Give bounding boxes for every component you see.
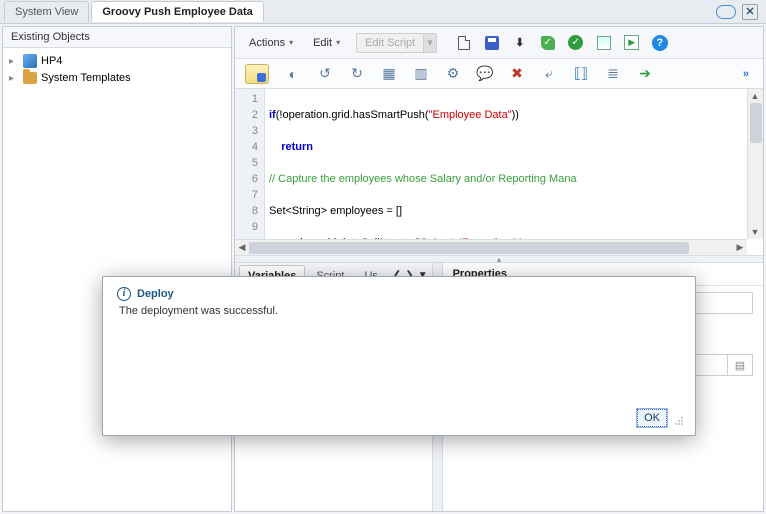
line-no: 3 — [235, 123, 258, 139]
main-panel: Actions ▾ Edit ▾ Edit Script ▾ ⬇ ✓ ✓ ▶ ? — [234, 26, 764, 512]
code-area[interactable]: if(!operation.grid.hasSmartPush("Employe… — [265, 89, 763, 239]
line-gutter: 1 2 3 4 5 6 7 8 9 — [235, 89, 265, 239]
actions-label: Actions — [249, 37, 285, 49]
new-page-icon[interactable] — [455, 34, 473, 52]
tool-icon-4[interactable]: ▦ — [381, 66, 397, 82]
remove-comment-icon[interactable]: ✖ — [509, 66, 525, 82]
overflow-chevron-icon[interactable]: » — [743, 68, 753, 80]
tree-label: HP4 — [41, 55, 62, 67]
tool-icon-6[interactable]: ⚙ — [445, 66, 461, 82]
primary-toolbar: Actions ▾ Edit ▾ Edit Script ▾ ⬇ ✓ ✓ ▶ ? — [235, 27, 763, 59]
save-icon[interactable] — [483, 34, 501, 52]
kw: return — [281, 141, 313, 153]
sidebar: Existing Objects ▸ HP4 ▸ System Template… — [2, 26, 232, 512]
secondary-toolbar: ◐ ↺ ↻ ▦ ▥ ⚙ 💬 ✖ ⤶ ⟦⟧ ≣ ➔ » — [235, 59, 763, 89]
scroll-down-icon[interactable]: ▼ — [748, 225, 762, 239]
help-icon[interactable]: ? — [651, 34, 669, 52]
edit-label: Edit — [313, 37, 332, 49]
scroll-left-icon[interactable]: ◀ — [235, 240, 249, 254]
wrap-icon[interactable]: ⤶ — [541, 66, 557, 82]
code-text: Set<String> employees = [] — [269, 203, 759, 219]
line-no: 8 — [235, 203, 258, 219]
comment-icon[interactable]: 💬 — [477, 66, 493, 82]
line-no: 2 — [235, 107, 258, 123]
sidebar-header: Existing Objects — [3, 27, 231, 48]
deploy-icon[interactable]: ✓ — [567, 34, 585, 52]
tool-icon-3[interactable]: ↻ — [349, 66, 365, 82]
line-no: 9 — [235, 219, 258, 235]
line-no: 4 — [235, 139, 258, 155]
caret-down-icon: ▾ — [423, 34, 436, 52]
edit-menu[interactable]: Edit ▾ — [309, 34, 344, 52]
tree-toggle-icon[interactable]: ▸ — [9, 56, 19, 67]
go-icon[interactable]: ➔ — [637, 66, 653, 82]
chat-bubble-icon[interactable] — [716, 5, 736, 19]
kw: if — [269, 109, 276, 121]
scroll-up-icon[interactable]: ▲ — [748, 89, 762, 103]
folder-icon — [23, 72, 37, 84]
format-icon[interactable]: ≣ — [605, 66, 621, 82]
dialog-message: The deployment was successful. — [117, 305, 681, 317]
vertical-scrollbar[interactable]: ▲ ▼ — [747, 89, 763, 239]
tool-icon-5[interactable]: ▥ — [413, 66, 429, 82]
line-no: 5 — [235, 155, 258, 171]
tree-item-system-templates[interactable]: ▸ System Templates — [9, 70, 225, 86]
horizontal-scrollbar[interactable]: ◀ ▶ — [235, 239, 747, 255]
comment: // Capture the employees whose Salary an… — [269, 171, 759, 187]
brackets-icon[interactable]: ⟦⟧ — [573, 66, 589, 82]
tree-toggle-icon[interactable]: ▸ — [9, 73, 19, 84]
hierarchy-icon[interactable] — [595, 34, 613, 52]
info-icon: i — [117, 287, 131, 301]
tool-icon-2[interactable]: ↺ — [317, 66, 333, 82]
script-badge-icon[interactable] — [245, 64, 269, 84]
tree-item-hp4[interactable]: ▸ HP4 — [9, 52, 225, 70]
tab-groovy-push[interactable]: Groovy Push Employee Data — [91, 1, 263, 22]
code-editor[interactable]: 1 2 3 4 5 6 7 8 9 if(!operation.grid.has… — [235, 89, 763, 239]
actions-menu[interactable]: Actions ▾ — [245, 34, 297, 52]
code-text: )) — [512, 109, 519, 121]
line-no: 7 — [235, 187, 258, 203]
horizontal-splitter[interactable]: ▴ — [235, 255, 763, 263]
dialog-title: Deploy — [137, 288, 174, 300]
resize-grip-icon[interactable] — [673, 415, 685, 427]
ok-button[interactable]: OK — [637, 409, 667, 427]
close-icon[interactable]: ✕ — [742, 4, 758, 20]
code-text — [269, 141, 281, 153]
tab-system-view[interactable]: System View — [4, 1, 89, 22]
caret-down-icon: ▾ — [336, 38, 340, 47]
run-icon[interactable]: ▶ — [623, 34, 641, 52]
caret-down-icon: ▾ — [289, 38, 293, 47]
line-no: 6 — [235, 171, 258, 187]
download-icon[interactable]: ⬇ — [511, 34, 529, 52]
deploy-dialog: i Deploy The deployment was successful. … — [102, 276, 696, 436]
scroll-right-icon[interactable]: ▶ — [733, 240, 747, 254]
top-tab-bar: System View Groovy Push Employee Data ✕ — [0, 0, 766, 24]
validate-flag-icon[interactable]: ✓ — [539, 34, 557, 52]
line-no: 1 — [235, 91, 258, 107]
edit-script-label: Edit Script — [365, 37, 415, 49]
property-expand-icon[interactable]: ▤ — [728, 355, 752, 375]
cube-icon — [23, 54, 37, 68]
tree-label: System Templates — [41, 72, 131, 84]
edit-script-button: Edit Script ▾ — [356, 33, 437, 53]
str: "Employee Data" — [429, 109, 512, 121]
tool-icon-1[interactable]: ◐ — [285, 66, 301, 82]
code-text: (!operation.grid.hasSmartPush( — [276, 109, 429, 121]
